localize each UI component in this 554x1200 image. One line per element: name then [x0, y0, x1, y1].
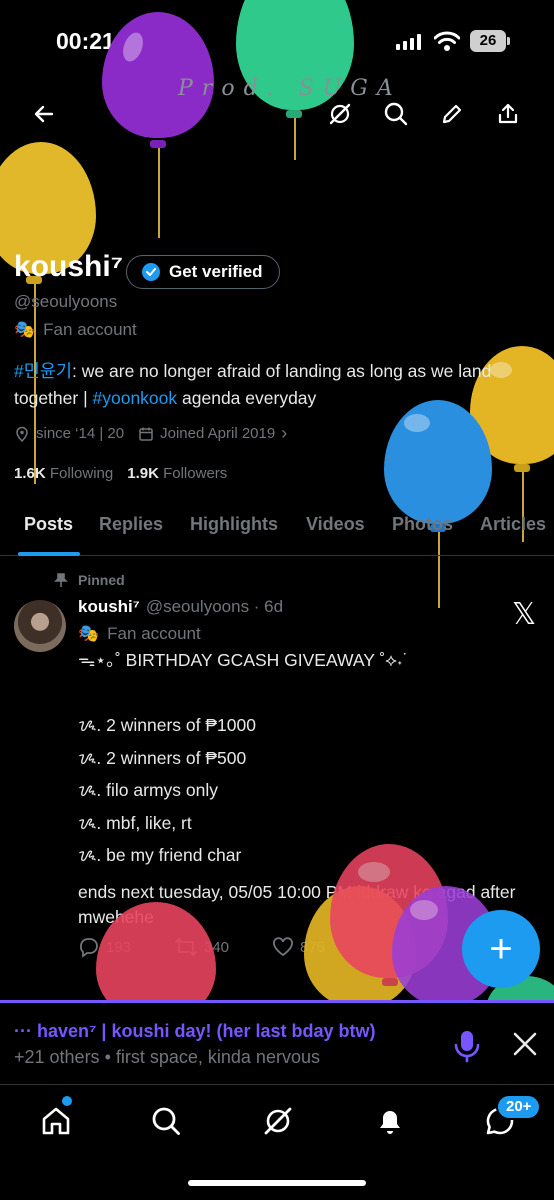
- chevron-right-icon[interactable]: ›: [281, 423, 287, 444]
- tab-replies[interactable]: Replies: [99, 514, 163, 535]
- tab-videos[interactable]: Videos: [306, 514, 365, 535]
- microphone-icon[interactable]: [452, 1029, 482, 1063]
- nav-notifications[interactable]: [368, 1099, 412, 1143]
- post-line: [78, 681, 528, 714]
- pin-icon: [54, 573, 68, 587]
- nav-home[interactable]: [34, 1099, 78, 1143]
- search-icon: [384, 102, 408, 126]
- theater-masks-icon: 🎭: [78, 624, 100, 643]
- home-notification-dot: [62, 1096, 72, 1106]
- pencil-icon: [442, 104, 462, 124]
- share-icon: [498, 103, 518, 124]
- tab-posts[interactable]: Posts: [24, 514, 73, 535]
- profile-tabs: Posts Replies Highlights Videos Photos A…: [0, 500, 554, 556]
- share-button[interactable]: [486, 92, 530, 136]
- get-verified-label: Get verified: [169, 262, 263, 281]
- location-pin-icon: [16, 426, 28, 442]
- tab-photos[interactable]: Photos: [392, 514, 453, 535]
- messages-badge: 20+: [496, 1094, 542, 1120]
- header-overlay-text: Prod. SUGA: [178, 76, 402, 101]
- grok-icon: [329, 103, 351, 125]
- post-line: ᝰ. be my friend char: [78, 845, 242, 865]
- active-tab-indicator: [18, 552, 80, 556]
- post-line: ᝰ. filo armys only: [78, 780, 218, 800]
- theater-masks-icon: 🎭: [14, 320, 36, 339]
- post-line: ᝰ. 2 winners of ₱1000: [78, 715, 256, 735]
- bio-hashtag-link[interactable]: #민윤기: [14, 361, 72, 381]
- space-subtitle: +21 others • first space, kinda nervous: [14, 1047, 320, 1067]
- signal-icon: [396, 34, 422, 50]
- post-author[interactable]: koushi⁷: [78, 597, 140, 617]
- post-line: ᝰ. 2 winners of ₱500: [78, 747, 247, 768]
- followers-link[interactable]: 1.9K Followers: [127, 465, 227, 482]
- bell-icon: [380, 1111, 400, 1134]
- calendar-icon: [139, 427, 153, 441]
- post-line: ᯓ⋆｡˚ BIRTHDAY GCASH GIVEAWAY ˚⟡˖˙: [78, 650, 409, 670]
- bio-hashtag-link[interactable]: #yoonkook: [93, 388, 178, 408]
- grok-icon: [264, 1107, 292, 1135]
- profile-meta: since ‘14 | 20 Joined April 2019 ›: [14, 423, 287, 444]
- compose-button[interactable]: +: [462, 910, 540, 988]
- tab-highlights[interactable]: Highlights: [190, 514, 278, 535]
- battery-indicator: 26: [470, 30, 506, 52]
- space-title: ··· haven⁷ | koushi day! (her last bday …: [14, 1021, 376, 1041]
- heart-outline-icon: [273, 937, 293, 957]
- live-space-bar[interactable]: ··· haven⁷ | koushi day! (her last bday …: [0, 1000, 554, 1084]
- pinned-text: Pinned: [78, 572, 125, 588]
- avatar[interactable]: [14, 600, 66, 652]
- profile-account-label: 🎭 Fan account: [14, 320, 137, 340]
- tab-articles[interactable]: Articles: [480, 514, 546, 535]
- status-time: 00:21: [56, 28, 115, 54]
- battery-tip: [507, 37, 510, 45]
- post-header: koushi⁷ @seoulyoons · 6d: [78, 597, 283, 617]
- get-verified-button[interactable]: Get verified: [126, 255, 280, 289]
- bio-text: agenda everyday: [177, 388, 317, 408]
- profile-location: since ‘14 | 20: [36, 425, 125, 442]
- close-icon[interactable]: [512, 1031, 538, 1057]
- profile-handle: @seoulyoons: [14, 292, 118, 311]
- search-icon: [152, 1107, 180, 1135]
- post-line: ᝰ. mbf, like, rt: [78, 812, 192, 833]
- follow-stats: 1.6K Following 1.9K Followers: [14, 465, 227, 482]
- post-body[interactable]: ᯓ⋆｡˚ BIRTHDAY GCASH GIVEAWAY ˚⟡˖˙ ᝰ. 2 w…: [78, 648, 528, 876]
- verified-badge-icon: [142, 263, 160, 281]
- nav-grok[interactable]: [256, 1099, 300, 1143]
- post-account-text: Fan account: [107, 624, 201, 643]
- x-logo-icon: 𝕏: [512, 597, 537, 632]
- wifi-icon: [434, 31, 460, 51]
- post-account-label: 🎭 Fan account: [78, 624, 201, 644]
- home-icon: [42, 1107, 70, 1135]
- edit-button[interactable]: [430, 92, 474, 136]
- pinned-label: Pinned: [54, 572, 125, 588]
- back-arrow-icon: [34, 105, 54, 123]
- profile-joined: Joined April 2019: [160, 425, 276, 442]
- post-handle-time: @seoulyoons · 6d: [145, 597, 284, 616]
- home-indicator: [188, 1180, 366, 1186]
- account-label-text: Fan account: [43, 320, 137, 339]
- profile-bio: #민윤기: we are no longer afraid of landing…: [14, 358, 534, 412]
- nav-search[interactable]: [144, 1099, 188, 1143]
- back-button[interactable]: [22, 92, 66, 136]
- following-link[interactable]: 1.6K Following: [14, 465, 113, 482]
- profile-name: koushi⁷: [14, 250, 124, 283]
